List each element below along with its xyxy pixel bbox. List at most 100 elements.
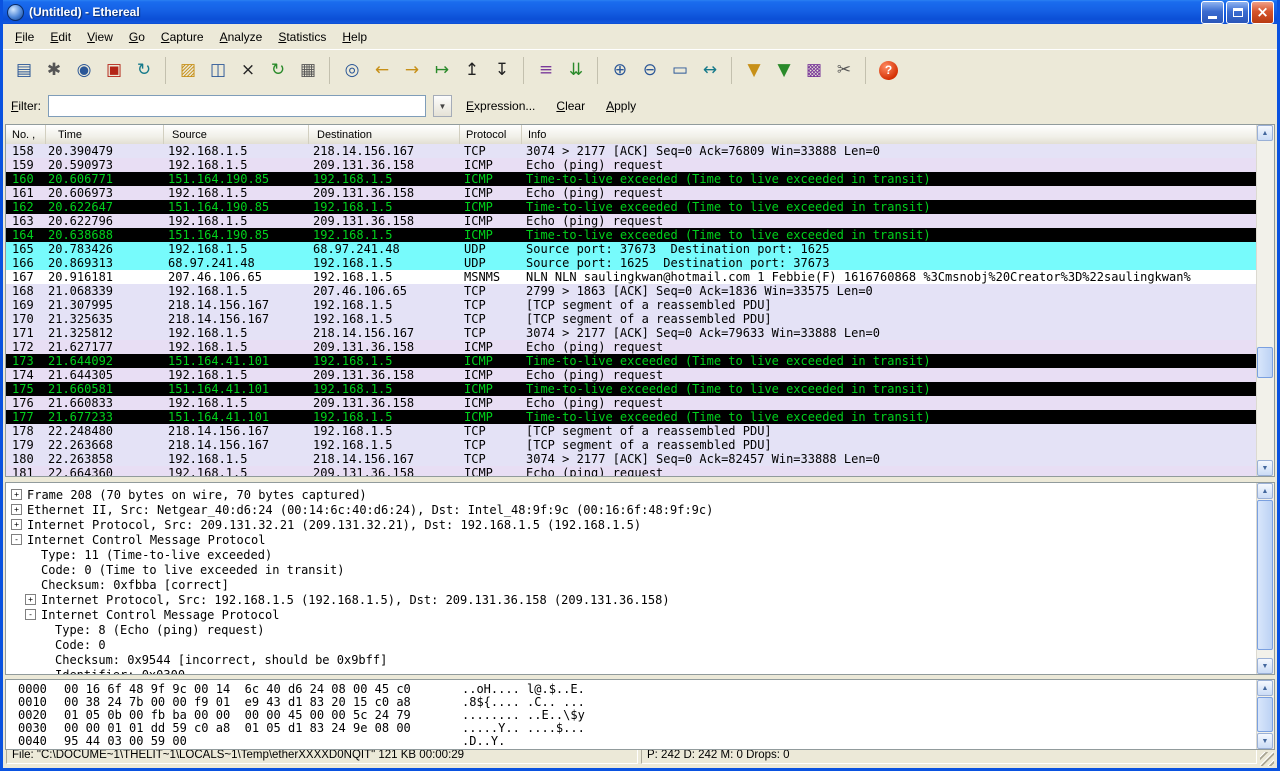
scroll-down-icon[interactable]: ▼ — [1257, 658, 1273, 674]
tree-line[interactable]: Checksum: 0x9544 [incorrect, should be 0… — [6, 652, 1257, 667]
stop-capture-icon[interactable]: ▣ — [99, 57, 129, 84]
resize-columns-icon[interactable]: ↔ — [695, 57, 725, 84]
hex-line[interactable]: 0040 95 44 03 00 59 00 .D..Y. — [18, 735, 1257, 748]
tree-line[interactable]: + Frame 208 (70 bytes on wire, 70 bytes … — [6, 487, 1257, 502]
packet-row[interactable]: 158 20.390479 192.168.1.5 218.14.156.167… — [6, 144, 1257, 158]
scroll-thumb[interactable] — [1257, 697, 1273, 732]
packet-row[interactable]: 175 21.660581 151.164.41.101 192.168.1.5… — [6, 382, 1257, 396]
packet-row[interactable]: 173 21.644092 151.164.41.101 192.168.1.5… — [6, 354, 1257, 368]
display-filters-icon[interactable]: ▼ — [769, 57, 799, 84]
hex-line[interactable]: 0030 00 00 01 01 dd 59 c0 a8 01 05 d1 83… — [18, 722, 1257, 735]
tree-line[interactable]: Code: 0 (Time to live exceeded in transi… — [6, 562, 1257, 577]
column-header[interactable]: No. , — [6, 125, 46, 144]
scroll-thumb[interactable] — [1257, 500, 1273, 650]
tree-expander-icon[interactable]: + — [11, 489, 22, 500]
tree-line[interactable]: + Ethernet II, Src: Netgear_40:d6:24 (00… — [6, 502, 1257, 517]
filter-history-dropdown-icon[interactable]: ▼ — [433, 95, 452, 117]
expression-button[interactable]: Expression... — [459, 96, 542, 116]
print-icon[interactable]: ▦ — [293, 57, 323, 84]
column-header[interactable]: Source — [164, 125, 309, 144]
zoom-out-icon[interactable]: ⊖ — [635, 57, 665, 84]
zoom-in-icon[interactable]: ⊕ — [605, 57, 635, 84]
packet-row[interactable]: 178 22.248480 218.14.156.167 192.168.1.5… — [6, 424, 1257, 438]
minimize-button[interactable] — [1201, 1, 1224, 24]
packet-row[interactable]: 177 21.677233 151.164.41.101 192.168.1.5… — [6, 410, 1257, 424]
packet-row[interactable]: 174 21.644305 192.168.1.5 209.131.36.158… — [6, 368, 1257, 382]
capture-options-icon[interactable]: ✱ — [39, 57, 69, 84]
go-to-packet-icon[interactable]: ↦ — [427, 57, 457, 84]
open-file-icon[interactable]: ▨ — [173, 57, 203, 84]
scroll-up-icon[interactable]: ▲ — [1257, 680, 1273, 696]
tree-line[interactable]: - Internet Control Message Protocol — [6, 607, 1257, 622]
preferences-icon[interactable]: ✂ — [829, 57, 859, 84]
capture-filters-icon[interactable]: ▼ — [739, 57, 769, 84]
column-header[interactable]: Protocol — [460, 125, 522, 144]
packet-row[interactable]: 181 22.664360 192.168.1.5 209.131.36.158… — [6, 466, 1257, 476]
menu-view[interactable]: View — [79, 27, 121, 47]
maximize-button[interactable] — [1226, 1, 1249, 24]
packet-row[interactable]: 170 21.325635 218.14.156.167 192.168.1.5… — [6, 312, 1257, 326]
menu-file[interactable]: File — [7, 27, 42, 47]
packet-row[interactable]: 168 21.068339 192.168.1.5 207.46.106.65 … — [6, 284, 1257, 298]
tree-line[interactable]: Type: 11 (Time-to-live exceeded) — [6, 547, 1257, 562]
packet-row[interactable]: 171 21.325812 192.168.1.5 218.14.156.167… — [6, 326, 1257, 340]
packet-list-scrollbar[interactable]: ▲ ▼ — [1256, 125, 1274, 476]
packet-row[interactable]: 166 20.869313 68.97.241.48 192.168.1.5 U… — [6, 256, 1257, 270]
menu-capture[interactable]: Capture — [153, 27, 212, 47]
packet-row[interactable]: 164 20.638688 151.164.190.85 192.168.1.5… — [6, 228, 1257, 242]
menu-analyze[interactable]: Analyze — [212, 27, 271, 47]
bytes-scrollbar[interactable]: ▲ ▼ — [1256, 680, 1274, 749]
packet-row[interactable]: 161 20.606973 192.168.1.5 209.131.36.158… — [6, 186, 1257, 200]
tree-line[interactable]: - Internet Control Message Protocol — [6, 532, 1257, 547]
go-to-bottom-icon[interactable]: ↧ — [487, 57, 517, 84]
tree-line[interactable]: Code: 0 — [6, 637, 1257, 652]
auto-scroll-icon[interactable]: ⇊ — [561, 57, 591, 84]
packet-row[interactable]: 162 20.622647 151.164.190.85 192.168.1.5… — [6, 200, 1257, 214]
zoom-100-icon[interactable]: ▭ — [665, 57, 695, 84]
tree-line[interactable]: Checksum: 0xfbba [correct] — [6, 577, 1257, 592]
go-back-icon[interactable]: ← — [367, 57, 397, 84]
tree-line[interactable]: Type: 8 (Echo (ping) request) — [6, 622, 1257, 637]
scroll-down-icon[interactable]: ▼ — [1257, 733, 1273, 749]
column-header[interactable]: Info — [522, 125, 1274, 144]
tree-expander-icon[interactable]: - — [11, 534, 22, 545]
tree-line[interactable]: + Internet Protocol, Src: 209.131.32.21 … — [6, 517, 1257, 532]
packet-row[interactable]: 159 20.590973 192.168.1.5 209.131.36.158… — [6, 158, 1257, 172]
tree-expander-icon[interactable]: - — [25, 609, 36, 620]
reload-icon[interactable]: ↻ — [263, 57, 293, 84]
packet-row[interactable]: 180 22.263858 192.168.1.5 218.14.156.167… — [6, 452, 1257, 466]
new-capture-icon[interactable]: ◉ — [69, 57, 99, 84]
packet-row[interactable]: 172 21.627177 192.168.1.5 209.131.36.158… — [6, 340, 1257, 354]
list-interfaces-icon[interactable]: ▤ — [9, 57, 39, 84]
scroll-down-icon[interactable]: ▼ — [1257, 460, 1273, 476]
tree-expander-icon[interactable]: + — [11, 504, 22, 515]
column-header[interactable]: Time — [46, 125, 164, 144]
packet-row[interactable]: 179 22.263668 218.14.156.167 192.168.1.5… — [6, 438, 1257, 452]
packet-row[interactable]: 165 20.783426 192.168.1.5 68.97.241.48 U… — [6, 242, 1257, 256]
apply-button[interactable]: Apply — [599, 96, 643, 116]
packet-row[interactable]: 167 20.916181 207.46.106.65 192.168.1.5 … — [6, 270, 1257, 284]
menu-statistics[interactable]: Statistics — [270, 27, 334, 47]
packet-row[interactable]: 163 20.622796 192.168.1.5 209.131.36.158… — [6, 214, 1257, 228]
tree-line[interactable]: Identifier: 0x0300 — [6, 667, 1257, 674]
find-packet-icon[interactable]: ◎ — [337, 57, 367, 84]
menu-help[interactable]: Help — [334, 27, 375, 47]
menu-go[interactable]: Go — [121, 27, 153, 47]
restart-capture-icon[interactable]: ↻ — [129, 57, 159, 84]
tree-expander-icon[interactable]: + — [25, 594, 36, 605]
help-icon[interactable]: ? — [879, 61, 898, 80]
tree-expander-icon[interactable]: + — [11, 519, 22, 530]
save-file-icon[interactable]: ◫ — [203, 57, 233, 84]
menu-edit[interactable]: Edit — [42, 27, 79, 47]
tree-line[interactable]: + Internet Protocol, Src: 192.168.1.5 (1… — [6, 592, 1257, 607]
go-to-top-icon[interactable]: ↥ — [457, 57, 487, 84]
packet-row[interactable]: 160 20.606771 151.164.190.85 192.168.1.5… — [6, 172, 1257, 186]
details-scrollbar[interactable]: ▲ ▼ — [1256, 483, 1274, 674]
scroll-up-icon[interactable]: ▲ — [1257, 483, 1273, 499]
resize-grip[interactable] — [1260, 752, 1274, 766]
filter-input[interactable] — [48, 95, 426, 117]
column-header[interactable]: Destination — [309, 125, 460, 144]
go-forward-icon[interactable]: → — [397, 57, 427, 84]
close-button[interactable] — [1251, 1, 1274, 24]
packet-row[interactable]: 176 21.660833 192.168.1.5 209.131.36.158… — [6, 396, 1257, 410]
